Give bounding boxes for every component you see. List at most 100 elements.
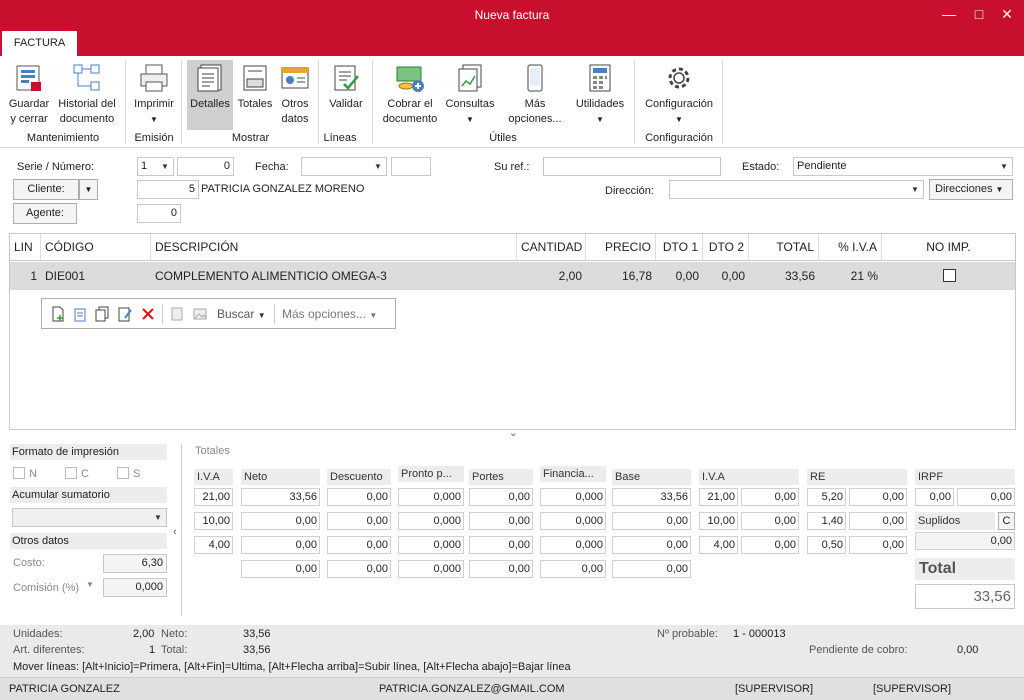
buscar-button[interactable]: Buscar ▼: [217, 307, 266, 321]
comision-input[interactable]: 0,000: [103, 578, 167, 597]
totales-button[interactable]: Totales: [235, 60, 275, 112]
col-descripcion[interactable]: DESCRIPCIÓN: [151, 234, 517, 261]
col-dto1[interactable]: DTO 1: [656, 234, 703, 261]
agente-input[interactable]: 0: [137, 204, 181, 223]
maximize-button[interactable]: □: [968, 4, 990, 24]
formato-c-checkbox[interactable]: [65, 467, 77, 479]
noimp-checkbox[interactable]: [943, 269, 956, 282]
acumular-title: Acumular sumatorio: [10, 487, 167, 503]
estado-select[interactable]: Pendiente ▼: [793, 157, 1013, 176]
sum-desc: 0,00: [327, 560, 391, 578]
cliente-button[interactable]: Cliente:: [13, 179, 79, 200]
col-noimp[interactable]: NO IMP.: [882, 234, 1015, 261]
th-iva2: I.V.A: [699, 469, 799, 485]
fecha-input[interactable]: ▼: [301, 157, 387, 176]
numero-input[interactable]: 0: [177, 157, 234, 176]
col-iva[interactable]: % I.V.A: [819, 234, 882, 261]
tot-repct-r3: 0,50: [807, 536, 846, 554]
cliente-dropdown-button[interactable]: ▼: [79, 179, 98, 200]
tot-base-r1: 33,56: [612, 488, 691, 506]
formato-n-checkbox[interactable]: [13, 467, 25, 479]
configuracion-label: Configuración: [645, 98, 713, 110]
mas-opciones-button[interactable]: Más opciones...: [500, 60, 570, 127]
cell-cantidad[interactable]: 2,00: [517, 263, 586, 289]
cell-total[interactable]: 33,56: [749, 263, 819, 289]
cliente-code-input[interactable]: 5: [137, 180, 199, 199]
cell-dto2[interactable]: 0,00: [703, 263, 749, 289]
cell-precio[interactable]: 16,78: [586, 263, 656, 289]
footer-supervisor-1: [SUPERVISOR]: [735, 683, 814, 695]
tot-base-r3: 0,00: [612, 536, 691, 554]
col-codigo[interactable]: CÓDIGO: [41, 234, 151, 261]
configuracion-button[interactable]: Configuración ▼: [639, 60, 719, 127]
suplidos-value: 0,00: [915, 532, 1015, 550]
utilidades-button[interactable]: Utilidades ▼: [571, 60, 629, 127]
mobile-icon: [527, 64, 543, 92]
validar-button[interactable]: Validar: [325, 60, 367, 112]
col-lin[interactable]: LIN: [10, 234, 41, 261]
chevron-down-icon: ▼: [369, 311, 378, 320]
cobrar-button[interactable]: Cobrar el documento: [379, 60, 441, 127]
formato-s-checkbox[interactable]: [117, 467, 129, 479]
tot-financia-r3: 0,000: [540, 536, 606, 554]
suref-input[interactable]: [543, 157, 721, 176]
details-icon: [197, 64, 222, 92]
copy-line-icon[interactable]: [94, 306, 110, 322]
suplidos-button[interactable]: C: [998, 512, 1015, 530]
group-configuracion: Configuración: [645, 132, 713, 144]
th-iva: I.V.A: [194, 469, 233, 485]
cell-iva[interactable]: 21 %: [819, 263, 882, 289]
tab-factura[interactable]: FACTURA: [2, 31, 77, 56]
detalles-label: Detalles: [190, 98, 230, 110]
nprob-label: Nº probable:: [657, 628, 718, 640]
acumular-select[interactable]: ▼: [12, 508, 167, 527]
unidades-label: Unidades:: [13, 628, 63, 640]
insert-line-icon[interactable]: [72, 306, 88, 322]
direcciones-label: Direcciones: [935, 183, 993, 195]
cell-lin[interactable]: 1: [10, 263, 41, 289]
comision-dropdown-icon[interactable]: ▼: [86, 580, 94, 589]
direccion-label: Dirección:: [605, 185, 654, 197]
ribbon-tabs: FACTURA: [0, 31, 1024, 56]
tot-portes-r1: 0,00: [469, 488, 533, 506]
historial-button[interactable]: Historial del documento: [54, 60, 120, 127]
edit-line-icon[interactable]: [117, 306, 133, 322]
agente-button[interactable]: Agente:: [13, 203, 77, 224]
consultas-button[interactable]: Consultas ▼: [443, 60, 497, 127]
collapse-left-icon[interactable]: ‹: [173, 526, 177, 538]
serie-select[interactable]: 1 ▼: [137, 157, 174, 176]
collapse-chevron-icon[interactable]: ⌄: [509, 428, 517, 439]
detalles-button[interactable]: Detalles: [187, 60, 233, 130]
costo-label: Costo:: [13, 557, 45, 569]
nprob-value: 1 - 000013: [733, 628, 786, 640]
new-line-icon[interactable]: [50, 306, 66, 322]
minimize-button[interactable]: —: [938, 4, 960, 24]
tot-desc-r2: 0,00: [327, 512, 391, 530]
document-icon[interactable]: [169, 306, 185, 322]
imprimir-button[interactable]: Imprimir ▼: [131, 60, 177, 127]
artdif-label: Art. diferentes:: [13, 644, 85, 656]
direccion-select[interactable]: ▼: [669, 180, 924, 199]
mas-opciones-lines-button[interactable]: Más opciones... ▼: [282, 307, 377, 321]
delete-line-icon[interactable]: [140, 306, 156, 322]
guardar-cerrar-button[interactable]: Guardar y cerrar: [6, 60, 52, 127]
col-total[interactable]: TOTAL: [749, 234, 819, 261]
serie-label: Serie / Número:: [17, 161, 95, 173]
close-button[interactable]: ✕: [996, 4, 1018, 24]
col-precio[interactable]: PRECIO: [586, 234, 656, 261]
tot-portes-r3: 0,00: [469, 536, 533, 554]
fecha-extra-input[interactable]: [391, 157, 431, 176]
direcciones-button[interactable]: Direcciones ▼: [929, 179, 1013, 200]
suref-label: Su ref.:: [494, 161, 530, 173]
image-icon[interactable]: [192, 306, 208, 322]
cell-dto1[interactable]: 0,00: [656, 263, 703, 289]
cell-codigo[interactable]: DIE001: [41, 263, 151, 289]
otros-label: Otros datos: [281, 98, 309, 125]
tot-ivaamt-r1: 0,00: [741, 488, 799, 506]
col-cantidad[interactable]: CANTIDAD: [517, 234, 586, 261]
col-dto2[interactable]: DTO 2: [703, 234, 749, 261]
costo-input[interactable]: 6,30: [103, 554, 167, 573]
otros-datos-button[interactable]: Otros datos: [277, 60, 313, 127]
cell-descripcion[interactable]: COMPLEMENTO ALIMENTICIO OMEGA-3: [151, 263, 517, 289]
lines-grid: LIN CÓDIGO DESCRIPCIÓN CANTIDAD PRECIO D…: [9, 233, 1016, 430]
